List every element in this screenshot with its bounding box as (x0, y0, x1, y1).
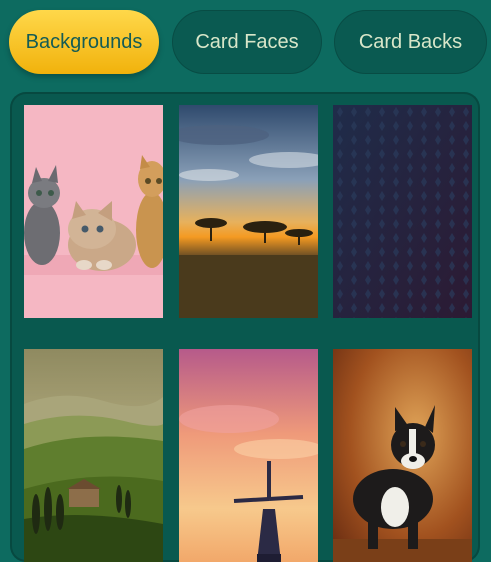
dog-image (333, 349, 472, 562)
dark-pattern-image (333, 105, 472, 318)
background-thumbnail-savanna[interactable] (179, 105, 318, 318)
tuscany-image (24, 349, 163, 562)
background-thumbnail-windmill[interactable] (179, 349, 318, 562)
windmill-image (179, 349, 318, 562)
tab-backgrounds[interactable]: Backgrounds (9, 10, 159, 74)
background-thumbnail-tuscany[interactable] (24, 349, 163, 562)
background-thumbnail-dog[interactable] (333, 349, 472, 562)
background-thumbnail-kittens[interactable] (24, 105, 163, 318)
kittens-image (24, 105, 163, 318)
background-gallery (10, 92, 480, 562)
tab-bar: Backgrounds Card Faces Card Backs (0, 0, 491, 88)
background-thumbnail-dark-pattern[interactable] (333, 105, 472, 318)
tab-card-backs[interactable]: Card Backs (334, 10, 487, 74)
tab-card-faces[interactable]: Card Faces (172, 10, 322, 74)
savanna-image (179, 105, 318, 318)
